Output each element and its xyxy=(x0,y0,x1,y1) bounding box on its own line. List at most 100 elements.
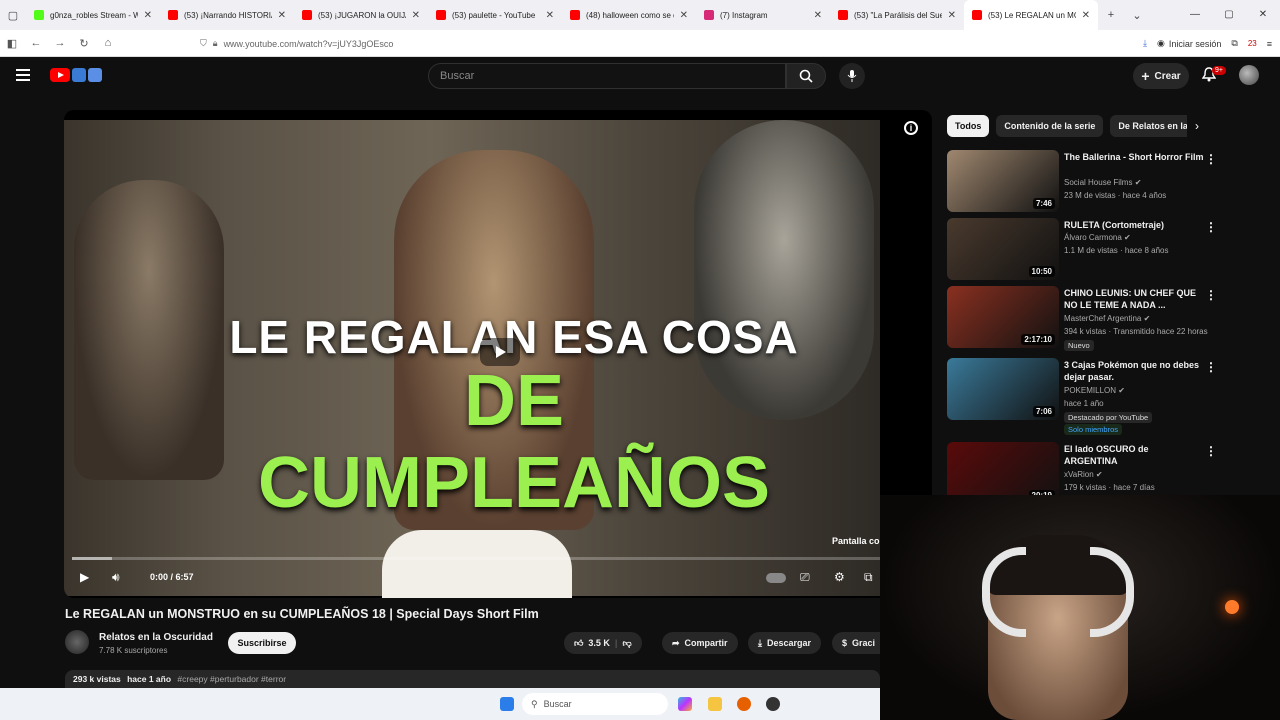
autoplay-toggle[interactable] xyxy=(766,573,786,583)
tab-close-icon[interactable]: ✕ xyxy=(814,10,822,21)
youtube-logo[interactable] xyxy=(50,68,102,82)
description-box[interactable]: 293 k vistas hace 1 año #creepy #perturb… xyxy=(65,670,880,690)
progress-bar[interactable] xyxy=(72,557,880,560)
new-tab-icon[interactable]: + xyxy=(1098,9,1124,21)
tab-list-icon[interactable]: ⌄ xyxy=(1124,9,1150,22)
settings-gear-icon[interactable]: ⚙︎ xyxy=(834,570,845,584)
forward-icon[interactable]: → xyxy=(48,37,72,49)
maximize-icon[interactable]: ▢ xyxy=(1212,0,1246,30)
tab-close-icon[interactable]: ✕ xyxy=(948,10,956,21)
reload-icon[interactable]: ↻ xyxy=(72,37,96,50)
search-input[interactable]: Buscar xyxy=(428,63,786,89)
obs-icon[interactable] xyxy=(766,697,780,711)
video-title[interactable]: RULETA (Cortometraje) xyxy=(1064,219,1204,231)
channel-name[interactable]: Álvaro Carmona ✔︎ xyxy=(1064,233,1131,242)
center-play-icon[interactable] xyxy=(480,338,520,366)
video-title[interactable]: CHINO LEUNIS: UN CHEF QUE NO LE TEME A N… xyxy=(1064,287,1204,311)
chevron-right-icon[interactable]: › xyxy=(1195,119,1199,133)
browser-tab[interactable]: (48) halloween como se dis ✕ xyxy=(562,0,696,30)
more-options-icon[interactable]: ⋮ xyxy=(1205,444,1217,458)
browser-tab[interactable]: (53) paulette - YouTube ✕ xyxy=(428,0,562,30)
recommended-video[interactable]: 2:17:10 CHINO LEUNIS: UN CHEF QUE NO LE … xyxy=(947,286,1247,351)
back-icon[interactable]: ← xyxy=(24,37,48,49)
url-text[interactable]: www.youtube.com/watch?v=jUY3JgOEsco xyxy=(224,39,394,49)
tab-favicon-icon xyxy=(704,10,714,20)
video-title[interactable]: The Ballerina - Short Horror Film xyxy=(1064,151,1204,163)
video-meta: 23 M de vistas · hace 4 años xyxy=(1064,191,1167,200)
extension-badge[interactable]: 23 xyxy=(1248,39,1257,48)
more-options-icon[interactable]: ⋮ xyxy=(1205,360,1217,374)
thumbs-up-icon: 👍︎ xyxy=(574,637,584,648)
share-button[interactable]: ➦ Compartir xyxy=(662,632,738,654)
copilot-icon[interactable] xyxy=(678,697,692,711)
hamburger-menu-icon[interactable] xyxy=(16,69,30,81)
extensions-icon[interactable]: ⧉ xyxy=(1231,38,1237,49)
channel-avatar[interactable] xyxy=(65,630,89,654)
download-icon[interactable]: ⤓ xyxy=(1143,38,1147,49)
tab-close-icon[interactable]: ✕ xyxy=(412,10,420,21)
play-icon[interactable]: ▶ xyxy=(80,570,89,584)
video-thumbnail[interactable]: 10:50 xyxy=(947,218,1059,280)
recommended-video[interactable]: 10:50 RULETA (Cortometraje) Álvaro Carmo… xyxy=(947,218,1247,280)
create-button[interactable]: + Crear xyxy=(1133,63,1189,89)
thumbs-down-icon[interactable]: 👎︎ xyxy=(622,638,631,649)
info-icon[interactable]: i xyxy=(904,121,918,135)
account-avatar[interactable] xyxy=(1239,65,1259,85)
home-icon[interactable]: ⌂ xyxy=(96,37,120,49)
tab-close-icon[interactable]: ✕ xyxy=(144,10,152,21)
video-title[interactable]: 3 Cajas Pokémon que no debes dejar pasar… xyxy=(1064,359,1204,383)
download-button[interactable]: ⤓ Descargar xyxy=(748,632,822,654)
signin-button[interactable]: ◉ Iniciar sesión xyxy=(1157,38,1221,49)
minimize-icon[interactable]: — xyxy=(1178,0,1212,30)
filter-chip[interactable]: Contenido de la serie xyxy=(996,115,1104,137)
volume-icon[interactable]: 🔊︎ xyxy=(112,570,120,585)
close-window-icon[interactable]: ✕ xyxy=(1246,0,1280,30)
subscribe-button[interactable]: Suscribirse xyxy=(228,632,296,654)
start-icon[interactable] xyxy=(500,697,514,711)
like-button[interactable]: 👍︎ 3.5 K | 👎︎ xyxy=(564,632,642,654)
video-thumbnail[interactable]: 7:06 xyxy=(947,358,1059,420)
subtitles-icon[interactable]: ⎚ xyxy=(800,570,810,585)
channel-name[interactable]: MasterChef Argentina ✔︎ xyxy=(1064,314,1150,323)
browser-tab[interactable]: g0nza_robles Stream - Wat ✕ xyxy=(26,0,160,30)
sidebar-toggle-icon[interactable]: ◧ xyxy=(0,37,24,50)
filter-chip[interactable]: Todos xyxy=(947,115,990,137)
video-player[interactable]: LE REGALAN ESA COSA DE CUMPLEAÑOS i Pant… xyxy=(64,110,932,598)
tab-title: (53) ¡Narrando HISTORIAS xyxy=(184,10,272,20)
channel-name[interactable]: Relatos en la Oscuridad xyxy=(99,632,213,643)
filter-chip[interactable]: De Relatos en la xyxy=(1110,115,1187,137)
browser-tab[interactable]: (7) Instagram ✕ xyxy=(696,0,830,30)
channel-name[interactable]: Social House Films ✔︎ xyxy=(1064,178,1141,187)
firefox-icon[interactable] xyxy=(737,697,751,711)
tab-close-icon[interactable]: ✕ xyxy=(546,10,554,21)
more-options-icon[interactable]: ⋮ xyxy=(1205,288,1217,302)
recommended-video[interactable]: 7:46 The Ballerina - Short Horror Film S… xyxy=(947,150,1247,212)
player-controls: ▶ 🔊︎ 0:00 / 6:57 ⎚ ⚙︎ ⧉ xyxy=(64,566,932,590)
browser-tabbar: ▢ g0nza_robles Stream - Wat ✕ (53) ¡Narran… xyxy=(0,0,1280,30)
voice-search-button[interactable] xyxy=(839,63,865,89)
hashtags[interactable]: #creepy #perturbador #terror xyxy=(177,674,286,684)
channel-name[interactable]: xVaRion ✔︎ xyxy=(1064,470,1103,479)
browser-tab[interactable]: (53) Le REGALAN un MONS ✕ xyxy=(964,0,1098,30)
more-options-icon[interactable]: ⋮ xyxy=(1205,220,1217,234)
browser-tab[interactable]: (53) "La Parálisis del Sueño" ✕ xyxy=(830,0,964,30)
tab-overview-icon[interactable]: ▢ xyxy=(0,9,26,22)
channel-name[interactable]: POKEMILLON ✔︎ xyxy=(1064,386,1125,395)
file-explorer-icon[interactable] xyxy=(708,697,722,711)
recommended-video[interactable]: 7:06 3 Cajas Pokémon que no debes dejar … xyxy=(947,358,1247,435)
search-button[interactable] xyxy=(786,63,826,89)
browser-tab[interactable]: (53) ¡JUGARON la OUIJA y ✕ xyxy=(294,0,428,30)
more-options-icon[interactable]: ⋮ xyxy=(1205,152,1217,166)
video-thumbnail[interactable]: 2:17:10 xyxy=(947,286,1059,348)
taskbar-search[interactable]: ⚲ Buscar xyxy=(522,693,668,715)
address-bar[interactable]: ⛉ 🔒︎ www.youtube.com/watch?v=jUY3JgOEsco xyxy=(200,33,1030,54)
tab-close-icon[interactable]: ✕ xyxy=(278,10,286,21)
menu-icon[interactable]: ≡ xyxy=(1267,39,1272,49)
tab-close-icon[interactable]: ✕ xyxy=(680,10,688,21)
miniplayer-icon[interactable]: ⧉ xyxy=(864,570,873,585)
thanks-button[interactable]: $ Graci xyxy=(832,632,880,654)
browser-tab[interactable]: (53) ¡Narrando HISTORIAS ✕ xyxy=(160,0,294,30)
video-title[interactable]: El lado OSCURO de ARGENTINA xyxy=(1064,443,1204,467)
video-thumbnail[interactable]: 7:46 xyxy=(947,150,1059,212)
tab-close-icon[interactable]: ✕ xyxy=(1082,10,1090,21)
